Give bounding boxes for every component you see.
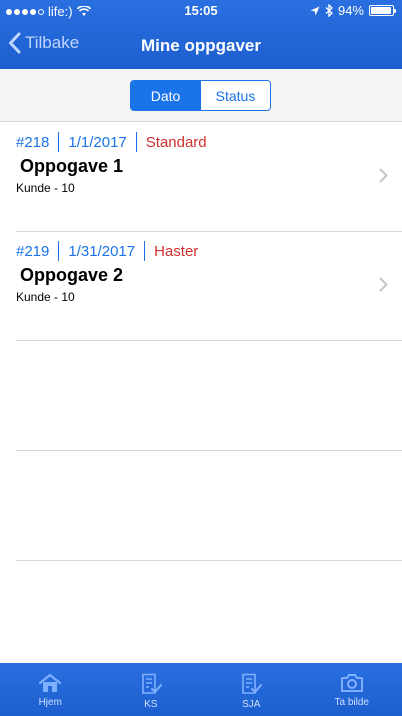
tab-label: Hjem — [38, 697, 62, 708]
checklist-icon — [242, 673, 263, 694]
battery-percent: 94% — [337, 3, 364, 18]
task-customer: Kunde - 10 — [16, 290, 75, 304]
empty-row — [16, 341, 402, 451]
location-icon — [310, 6, 320, 15]
task-list: #218 1/1/2017 Standard Oppogave 1 Kunde … — [0, 123, 402, 561]
task-meta: #218 1/1/2017 Standard — [16, 132, 207, 152]
segment-status[interactable]: Status — [200, 81, 270, 110]
tab-sja[interactable]: SJA — [201, 663, 302, 716]
status-bar: life:) 15:05 94% — [0, 0, 402, 22]
task-priority: Haster — [154, 242, 199, 260]
tab-hjem[interactable]: Hjem — [0, 663, 101, 716]
task-meta: #219 1/31/2017 Haster — [16, 241, 198, 261]
status-right: 94% — [310, 3, 396, 18]
task-date: 1/31/2017 — [68, 242, 136, 260]
chevron-right-icon — [379, 168, 388, 183]
task-title: Oppogave 2 — [20, 265, 124, 285]
divider — [58, 132, 60, 152]
list-item[interactable]: #219 1/31/2017 Haster Oppogave 2 Kunde -… — [16, 232, 402, 341]
tab-label: SJA — [242, 699, 261, 710]
divider — [144, 241, 146, 261]
task-id: #219 — [16, 242, 50, 260]
task-priority: Standard — [145, 133, 207, 151]
task-id: #218 — [16, 133, 50, 151]
home-icon — [39, 673, 62, 692]
sort-segmented-control: Dato Status — [130, 80, 271, 111]
battery-icon — [369, 5, 396, 16]
tab-label: Ta bilde — [334, 697, 369, 708]
empty-row — [16, 451, 402, 561]
list-item[interactable]: #218 1/1/2017 Standard Oppogave 1 Kunde … — [16, 123, 402, 232]
divider — [58, 241, 60, 261]
divider — [135, 132, 137, 152]
chevron-left-icon — [9, 32, 21, 54]
sort-bar: Dato Status — [0, 69, 402, 122]
chevron-right-icon — [379, 277, 388, 292]
tab-ta-bilde[interactable]: Ta bilde — [302, 663, 402, 716]
task-customer: Kunde - 10 — [16, 181, 75, 195]
tab-ks[interactable]: KS — [101, 663, 202, 716]
navigation-bar: Tilbake Mine oppgaver — [0, 22, 402, 69]
back-button[interactable]: Tilbake — [8, 32, 79, 54]
tab-label: KS — [144, 699, 158, 710]
app-header: life:) 15:05 94% Tilbake Mine oppgaver — [0, 0, 402, 69]
tab-bar: Hjem KS SJA Ta bilde — [0, 663, 402, 716]
camera-icon — [340, 674, 363, 692]
task-title: Oppogave 1 — [20, 156, 124, 176]
back-label: Tilbake — [25, 33, 80, 52]
bluetooth-icon — [325, 4, 333, 17]
checklist-icon — [141, 673, 162, 694]
segment-dato[interactable]: Dato — [131, 81, 200, 110]
task-date: 1/1/2017 — [68, 133, 127, 151]
